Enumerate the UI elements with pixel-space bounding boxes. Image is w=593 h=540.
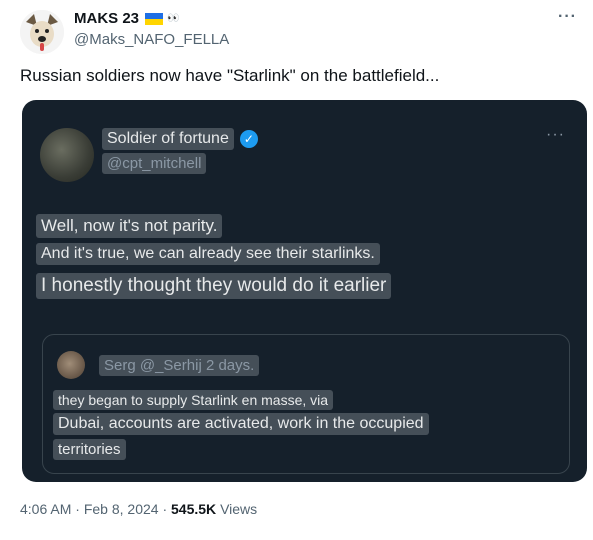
screenshot-author-name: Soldier of fortune: [102, 128, 234, 150]
screenshot-handle-text: @cpt_mitchell: [102, 153, 207, 174]
post-date[interactable]: Feb 8, 2024: [84, 501, 159, 517]
screenshot-author-handle: @cpt_mitchell: [102, 153, 207, 174]
screenshot-more-icon: ···: [546, 126, 565, 143]
quoted-post: Serg @_Serhij 2 days. they began to supp…: [42, 334, 570, 474]
quoted-line-text: Dubai, accounts are activated, work in t…: [53, 413, 429, 435]
screenshot-line-3: I honestly thought they would do it earl…: [36, 273, 392, 299]
meta-separator: ·: [75, 501, 80, 517]
quoted-line-text: territories: [53, 439, 126, 460]
display-name-row[interactable]: MAKS 23 👀: [74, 10, 180, 27]
post-time[interactable]: 4:06 AM: [20, 501, 71, 517]
screenshot-author-name-row: Soldier of fortune ✓: [102, 128, 258, 150]
user-handle[interactable]: @Maks_NAFO_FELLA: [74, 31, 229, 48]
screenshot-line-2: And it's true, we can already see their …: [36, 243, 380, 265]
ukraine-flag-icon: [145, 12, 164, 25]
verified-badge-icon: ✓: [239, 130, 258, 148]
display-name[interactable]: MAKS 23: [74, 10, 139, 27]
avatar[interactable]: [20, 10, 64, 54]
views-count: 545.5K: [171, 501, 217, 517]
dog-avatar-icon: [20, 10, 64, 54]
screenshot-line-1: Well, now it's not parity.: [36, 214, 223, 238]
quoted-line-2: Dubai, accounts are activated, work in t…: [53, 413, 429, 435]
quoted-author-avatar: [57, 351, 85, 379]
screenshot-line-text: I honestly thought they would do it earl…: [36, 273, 392, 299]
views-label: Views: [220, 501, 258, 517]
screenshot-author-avatar: [40, 128, 94, 182]
post-header: MAKS 23 👀 @Maks_NAFO_FELLA ···: [20, 8, 583, 56]
screenshot-line-text: And it's true, we can already see their …: [36, 243, 380, 265]
quoted-line-3: territories: [53, 439, 126, 460]
eyes-emoji: 👀: [167, 13, 179, 24]
quoted-line-text: they began to supply Starlink en masse, …: [53, 390, 334, 410]
screenshot-line-text: Well, now it's not parity.: [36, 214, 223, 238]
post-text: Russian soldiers now have "Starlink" on …: [20, 66, 440, 85]
quoted-line-1: they began to supply Starlink en masse, …: [53, 390, 334, 410]
quoted-post-header: Serg @_Serhij 2 days.: [99, 355, 260, 376]
meta-separator: ·: [162, 501, 168, 517]
attached-screenshot[interactable]: Soldier of fortune ✓ @cpt_mitchell ··· W…: [22, 100, 587, 482]
more-options-button[interactable]: ···: [558, 8, 577, 26]
quoted-header-text: Serg @_Serhij 2 days.: [99, 355, 260, 376]
post-meta: 4:06 AM · Feb 8, 2024 · 545.5K Views: [20, 501, 257, 517]
